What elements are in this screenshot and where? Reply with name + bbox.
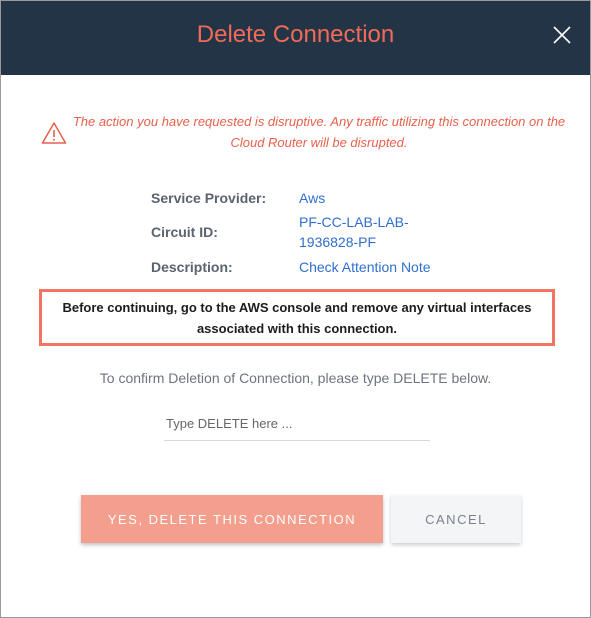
circuit-id-label: Circuit ID: xyxy=(151,224,218,240)
delete-connection-dialog: Delete Connection The action you have re… xyxy=(0,0,591,618)
warning-triangle-icon xyxy=(41,122,67,144)
dialog-header: Delete Connection xyxy=(1,1,590,75)
aws-console-notice: Before continuing, go to the AWS console… xyxy=(39,289,555,346)
service-provider-label: Service Provider: xyxy=(151,190,267,206)
cancel-button[interactable]: CANCEL xyxy=(391,495,521,543)
description-label: Description: xyxy=(151,259,233,275)
description-value: Check Attention Note xyxy=(299,259,431,275)
connection-details: Service Provider: Aws Circuit ID: PF-CC-… xyxy=(151,187,431,279)
dialog-title: Delete Connection xyxy=(196,21,395,48)
detail-row-circuit-id: Circuit ID: PF-CC-LAB-LAB-1936828-PF xyxy=(151,209,431,255)
close-icon[interactable] xyxy=(552,25,572,45)
detail-row-service-provider: Service Provider: Aws xyxy=(151,187,431,209)
disruption-warning: The action you have requested is disrupt… xyxy=(72,114,566,150)
confirm-prompt: To confirm Deletion of Connection, pleas… xyxy=(99,370,492,386)
circuit-id-value: PF-CC-LAB-LAB-1936828-PF xyxy=(299,214,409,250)
service-provider-value: Aws xyxy=(299,190,326,206)
confirm-delete-input[interactable] xyxy=(164,407,430,441)
detail-row-description: Description: Check Attention Note xyxy=(151,255,431,279)
confirm-delete-button[interactable]: YES, DELETE THIS CONNECTION xyxy=(81,495,383,543)
